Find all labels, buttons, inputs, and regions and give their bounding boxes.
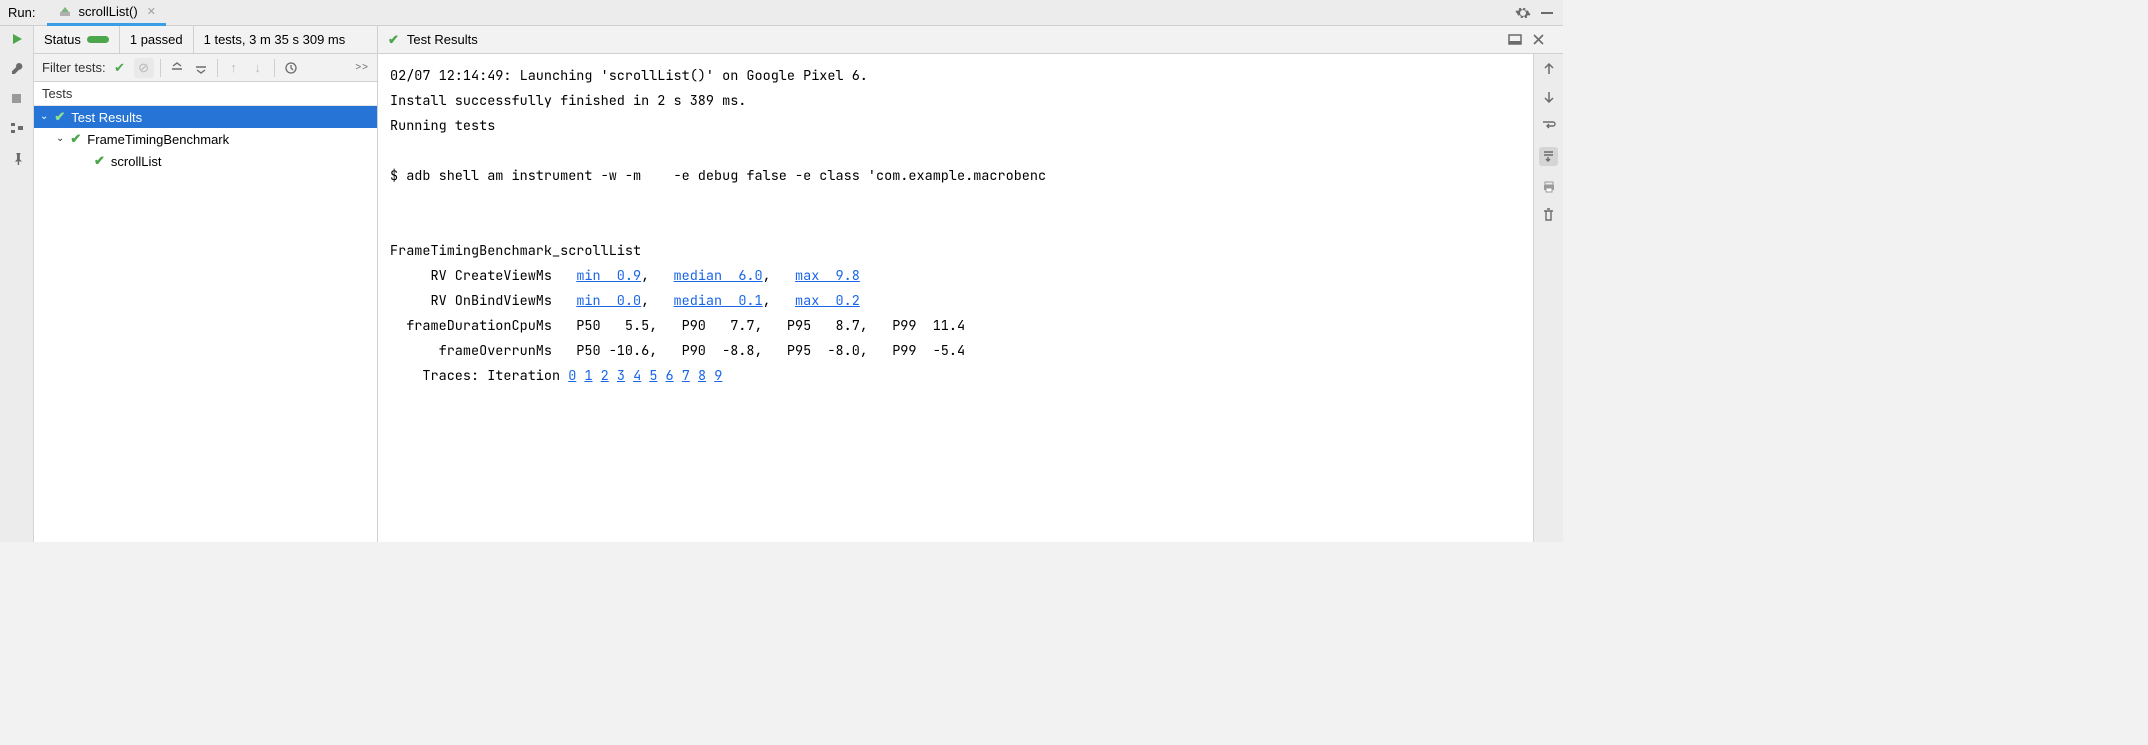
- show-passed-icon[interactable]: ✔: [110, 58, 130, 78]
- trace-link[interactable]: 2: [601, 367, 609, 385]
- stop-icon[interactable]: [10, 92, 23, 105]
- body: Filter tests: ✔ ⊘ ↑ ↓: [34, 54, 1563, 542]
- run-label: Run:: [8, 5, 35, 20]
- run-icon[interactable]: [10, 32, 24, 46]
- soft-wrap-icon[interactable]: [1541, 118, 1556, 133]
- wrench-icon[interactable]: [10, 62, 24, 76]
- filter-toolbar: Filter tests: ✔ ⊘ ↑ ↓: [34, 54, 377, 82]
- show-ignored-icon[interactable]: ⊘: [134, 58, 154, 78]
- trace-link[interactable]: 4: [633, 367, 641, 385]
- chevron-down-icon[interactable]: ⌄: [56, 133, 64, 144]
- trace-link[interactable]: 3: [617, 367, 625, 385]
- next-fail-icon[interactable]: ↓: [248, 58, 268, 78]
- tree-suite-label: FrameTimingBenchmark: [87, 132, 229, 147]
- tree-row-suite[interactable]: ⌄ ✔ FrameTimingBenchmark: [34, 128, 377, 150]
- link-max[interactable]: max 9.8: [795, 267, 860, 285]
- console-line: Install successfully finished in 2 s 389…: [390, 92, 746, 110]
- layout-icon[interactable]: [10, 121, 24, 135]
- metric-label: RV CreateViewMs: [431, 267, 553, 285]
- tree-row-root[interactable]: ⌄ ✔ Test Results: [34, 106, 377, 128]
- collapse-all-icon[interactable]: [191, 58, 211, 78]
- link-min[interactable]: min 0.0: [576, 292, 641, 310]
- print-icon[interactable]: [1542, 180, 1556, 194]
- tab-title: scrollList(): [78, 4, 137, 19]
- history-icon[interactable]: [281, 58, 301, 78]
- link-min[interactable]: min 0.9: [576, 267, 641, 285]
- trace-link[interactable]: 5: [649, 367, 657, 385]
- link-median[interactable]: median 0.1: [674, 292, 763, 310]
- console-line: 02/07 12:14:49: Launching 'scrollList()'…: [390, 67, 868, 85]
- tree-panel: Filter tests: ✔ ⊘ ↑ ↓: [34, 54, 378, 542]
- traces-label: Traces: Iteration: [422, 367, 560, 385]
- status-right: ✔ Test Results: [378, 32, 1563, 48]
- bench-name: FrameTimingBenchmark_scrollList: [390, 242, 641, 260]
- metric-row: frameDurationCpuMs P50 5.5, P90 7.7, P95…: [390, 317, 965, 335]
- tree-row-test[interactable]: ✔ scrollList: [34, 150, 377, 172]
- titlebar: Run: scrollList() ✕: [0, 0, 1563, 26]
- check-icon: ✔: [388, 32, 399, 48]
- passed-cell: 1 passed: [120, 26, 194, 53]
- status-pill-icon: [87, 36, 109, 43]
- link-median[interactable]: median 6.0: [674, 267, 763, 285]
- overflow-icon[interactable]: >>: [355, 62, 369, 73]
- screen-icon[interactable]: [1508, 33, 1522, 47]
- trace-link[interactable]: 7: [682, 367, 690, 385]
- status-label: Status: [44, 32, 81, 47]
- console-line: $ adb shell am instrument -w -m -e debug…: [390, 167, 1046, 185]
- metric-label: RV OnBindViewMs: [431, 292, 553, 310]
- link-max[interactable]: max 0.2: [795, 292, 860, 310]
- close-panel-icon[interactable]: [1532, 33, 1545, 47]
- gear-icon[interactable]: [1515, 5, 1531, 21]
- tree[interactable]: ⌄ ✔ Test Results ⌄ ✔ FrameTimingBenchmar…: [34, 106, 377, 542]
- close-icon[interactable]: ✕: [147, 5, 156, 18]
- status-left: Status 1 passed 1 tests, 3 m 35 s 309 ms: [34, 26, 378, 53]
- left-gutter: [0, 26, 34, 542]
- pin-icon[interactable]: [10, 151, 24, 165]
- scroll-up-icon[interactable]: [1542, 62, 1556, 76]
- right-gutter: [1533, 54, 1563, 542]
- minimize-icon[interactable]: [1539, 5, 1555, 21]
- trace-link[interactable]: 8: [698, 367, 706, 385]
- check-icon: ✔: [54, 109, 65, 125]
- tree-test-label: scrollList: [111, 154, 162, 169]
- tree-root-label: Test Results: [71, 110, 142, 125]
- console[interactable]: 02/07 12:14:49: Launching 'scrollList()'…: [378, 54, 1533, 542]
- chevron-down-icon[interactable]: ⌄: [40, 111, 48, 122]
- expand-all-icon[interactable]: [167, 58, 187, 78]
- trace-link[interactable]: 1: [584, 367, 592, 385]
- tree-header-label: Tests: [42, 86, 72, 101]
- trace-link[interactable]: 0: [568, 367, 576, 385]
- center: Status 1 passed 1 tests, 3 m 35 s 309 ms…: [34, 26, 1563, 542]
- tree-header: Tests: [34, 82, 377, 106]
- console-line: Running tests: [390, 117, 495, 135]
- passed-count: 1 passed: [130, 32, 183, 47]
- android-icon: [57, 3, 73, 19]
- scroll-to-end-icon[interactable]: [1539, 147, 1558, 166]
- trash-icon[interactable]: [1542, 208, 1555, 222]
- test-summary: 1 tests, 3 m 35 s 309 ms: [204, 32, 346, 47]
- results-title: Test Results: [407, 32, 478, 47]
- scroll-down-icon[interactable]: [1542, 90, 1556, 104]
- metric-row: frameOverrunMs P50 -10.6, P90 -8.8, P95 …: [390, 342, 965, 360]
- check-icon: ✔: [70, 131, 81, 147]
- status-cell: Status: [34, 26, 120, 53]
- check-icon: ✔: [94, 153, 105, 169]
- filter-label: Filter tests:: [42, 60, 106, 75]
- prev-fail-icon[interactable]: ↑: [224, 58, 244, 78]
- trace-link[interactable]: 6: [666, 367, 674, 385]
- trace-link[interactable]: 9: [714, 367, 722, 385]
- summary-cell: 1 tests, 3 m 35 s 309 ms: [194, 26, 377, 53]
- main: Status 1 passed 1 tests, 3 m 35 s 309 ms…: [0, 26, 1563, 542]
- run-config-tab[interactable]: scrollList() ✕: [47, 0, 165, 26]
- status-bar: Status 1 passed 1 tests, 3 m 35 s 309 ms…: [34, 26, 1563, 54]
